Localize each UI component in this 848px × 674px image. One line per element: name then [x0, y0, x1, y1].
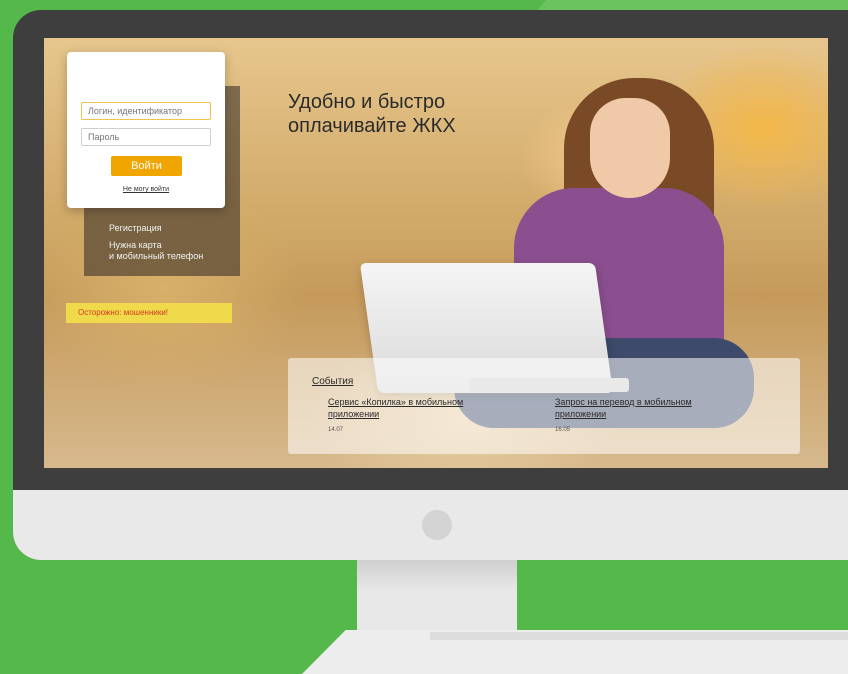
event-title[interactable]: Сервис «Копилка» в мобильном приложении [328, 396, 498, 420]
headline-line2: оплачивайте ЖКХ [288, 115, 456, 137]
screen: Войти Не могу войти Регистрация Нужна ка… [44, 38, 828, 468]
headline-line1: Удобно и быстро [288, 91, 446, 113]
need-card-text: Нужна карта и мобильный телефон [109, 240, 203, 262]
event-date: 14.07 [328, 427, 344, 433]
login-input[interactable] [81, 102, 211, 120]
login-button[interactable]: Войти [111, 156, 182, 176]
event-date: 16.05 [555, 427, 571, 433]
promo-headline: Удобно и быстро оплачивайте ЖКХ [288, 90, 456, 138]
photo-face [590, 98, 670, 198]
fraud-warning-banner[interactable]: Осторожно: мошенники! [66, 303, 232, 323]
login-form: Войти Не могу войти [67, 52, 225, 208]
event-title[interactable]: Запрос на перевод в мобильном приложении [555, 396, 725, 420]
events-title[interactable]: События [312, 376, 353, 387]
password-input[interactable] [81, 128, 211, 146]
event-item[interactable]: Запрос на перевод в мобильном приложении… [555, 396, 725, 436]
event-item[interactable]: Сервис «Копилка» в мобильном приложении … [328, 396, 498, 436]
monitor-chin [13, 490, 848, 560]
monitor-stand-neck [357, 560, 517, 640]
monitor: Войти Не могу войти Регистрация Нужна ка… [13, 10, 848, 560]
need-card-line1: Нужна карта [109, 240, 162, 250]
register-link[interactable]: Регистрация [109, 223, 162, 233]
events-panel: События Сервис «Копилка» в мобильном при… [288, 358, 800, 454]
forgot-link[interactable]: Не могу войти [67, 186, 225, 193]
need-card-line2: и мобильный телефон [109, 251, 204, 261]
power-button-icon [422, 510, 452, 540]
monitor-stand-shade [430, 632, 848, 640]
